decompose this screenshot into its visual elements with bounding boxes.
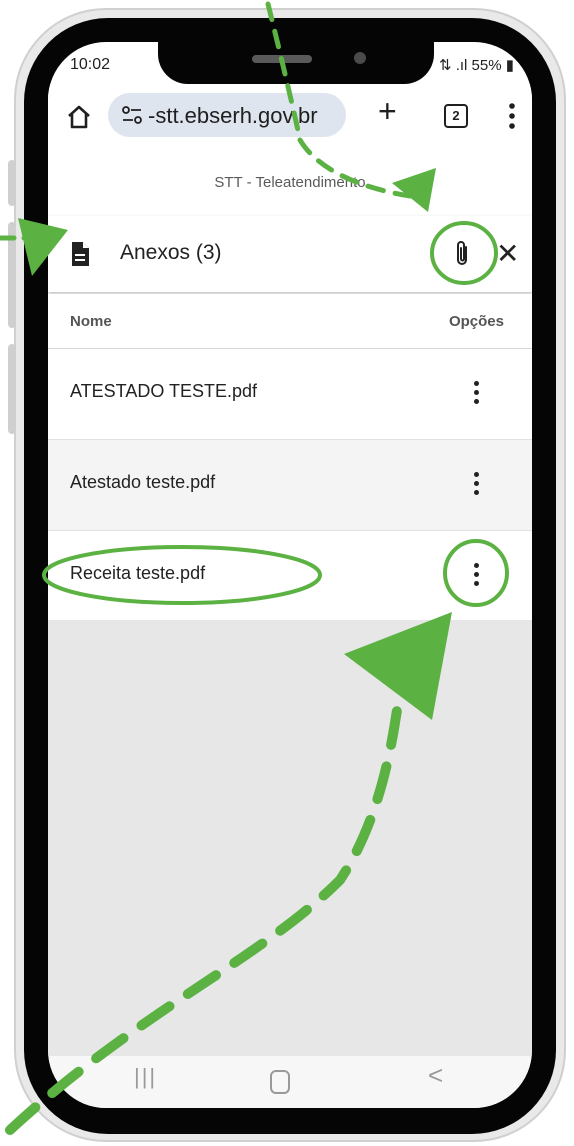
- android-nav-bar: ||| <: [48, 1056, 532, 1108]
- table-header: Nome Opções: [48, 294, 532, 349]
- speaker-grille: [252, 55, 312, 63]
- attachment-row[interactable]: Receita teste.pdf: [48, 531, 532, 622]
- new-tab-button[interactable]: +: [378, 93, 397, 130]
- paperclip-icon[interactable]: [452, 239, 472, 269]
- empty-backdrop: [48, 620, 532, 1056]
- attachment-name: Receita teste.pdf: [70, 563, 206, 583]
- attachments-header: Anexos (3) ✕: [48, 216, 532, 292]
- status-time: 10:02: [70, 56, 111, 73]
- address-bar[interactable]: -stt.ebserh.gov.br: [108, 93, 346, 137]
- column-options-header: Opções: [448, 313, 504, 330]
- row-options-icon[interactable]: [466, 381, 486, 407]
- page-title: STT - Teleatendimento: [214, 174, 366, 191]
- tab-switcher-icon[interactable]: 2: [444, 104, 468, 128]
- back-button[interactable]: <: [428, 1060, 443, 1091]
- recent-apps-button[interactable]: |||: [134, 1064, 157, 1090]
- camera-notch: [158, 42, 434, 84]
- column-name-header: Nome: [70, 313, 112, 330]
- home-icon[interactable]: [66, 104, 92, 130]
- site-settings-icon[interactable]: [122, 106, 142, 124]
- phone-screen: 10:02 ⇅ .ıl 55% ▮ -stt.ebserh.gov.br + 2…: [48, 42, 532, 1108]
- close-icon[interactable]: ✕: [496, 240, 519, 268]
- more-vert-icon[interactable]: [502, 98, 522, 134]
- battery-percent: 55%: [471, 57, 502, 74]
- row-options-icon[interactable]: [466, 563, 486, 589]
- attachment-row[interactable]: Atestado teste.pdf: [48, 440, 532, 531]
- document-icon: [72, 242, 89, 266]
- attachment-name: Atestado teste.pdf: [70, 472, 216, 492]
- home-button[interactable]: [270, 1070, 290, 1094]
- front-camera: [354, 52, 366, 64]
- url-text: -stt.ebserh.gov.br: [148, 103, 318, 128]
- attachment-row[interactable]: ATESTADO TESTE.pdf: [48, 349, 532, 440]
- attachments-title: Anexos (3): [120, 241, 222, 264]
- phone-volume-down-button: [8, 344, 16, 434]
- attachment-name: ATESTADO TESTE.pdf: [70, 381, 258, 401]
- row-options-icon[interactable]: [466, 472, 486, 498]
- status-battery: ⇅ .ıl 55% ▮: [438, 57, 514, 74]
- phone-volume-up-button: [8, 222, 16, 328]
- browser-toolbar: -stt.ebserh.gov.br + 2: [48, 84, 532, 148]
- phone-side-button: [8, 160, 16, 206]
